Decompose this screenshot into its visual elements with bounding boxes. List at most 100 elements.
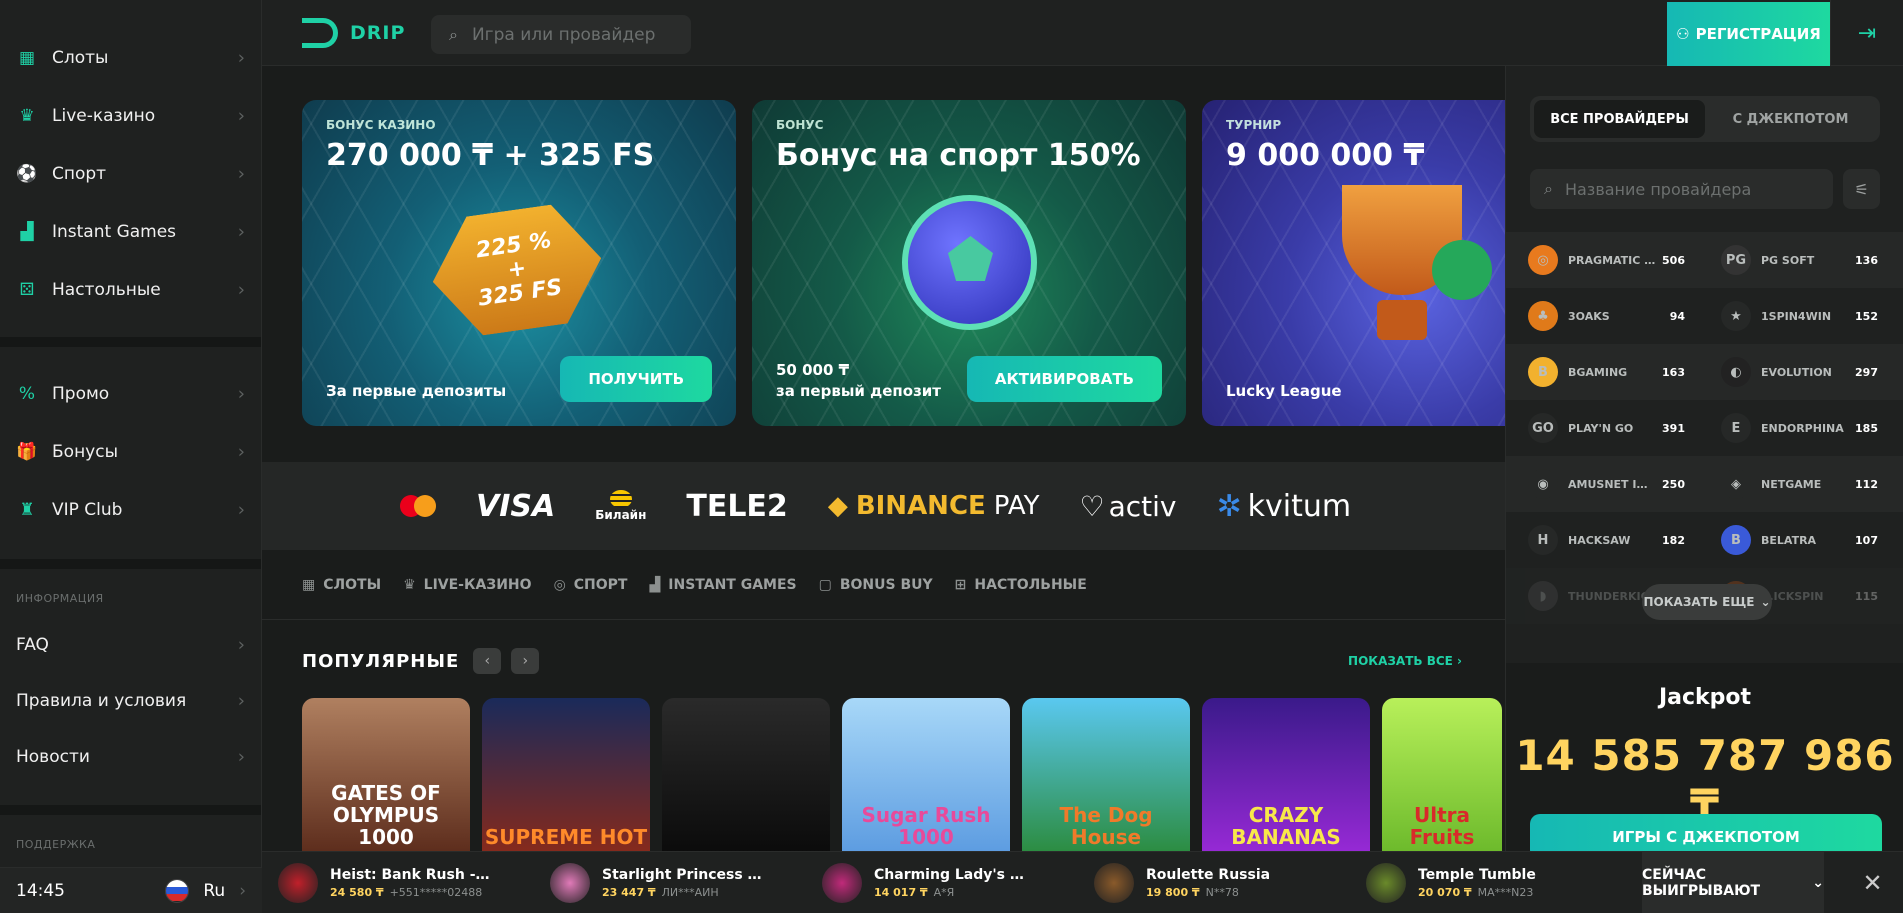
- provider-item[interactable]: H HACKSAW 182: [1506, 525, 1699, 555]
- tab-slots[interactable]: ▦ СЛОТЫ: [302, 577, 381, 593]
- chevron-right-icon: ›: [237, 746, 245, 768]
- sidebar-item-faq[interactable]: FAQ ›: [0, 617, 261, 673]
- close-ticker-button[interactable]: ✕: [1842, 852, 1903, 913]
- provider-game-count: 163: [1662, 365, 1685, 379]
- provider-item[interactable]: B BGAMING 163: [1506, 357, 1699, 387]
- win-info: Roulette Russia 19 800 ₸ N**78: [1146, 867, 1306, 899]
- search-icon: ⌕: [449, 24, 458, 44]
- chevron-right-icon: ›: [237, 279, 245, 301]
- game-card[interactable]: [662, 698, 830, 858]
- game-thumbnail: [278, 862, 318, 903]
- provider-item[interactable]: B BELATRA 107: [1699, 525, 1892, 555]
- slot-machine-icon: ▦: [302, 576, 316, 593]
- game-card[interactable]: The Dog House: [1022, 698, 1190, 858]
- provider-name: BGAMING: [1568, 365, 1628, 379]
- game-card[interactable]: Ultra Fruits: [1382, 698, 1502, 858]
- game-card[interactable]: Sugar Rush 1000: [842, 698, 1010, 858]
- tab-table-games[interactable]: ⊞ НАСТОЛЬНЫЕ: [955, 577, 1087, 593]
- banner-tournament[interactable]: ТУРНИР 9 000 000 ₸ Lucky League УЧ: [1202, 100, 1505, 426]
- banner-sport-bonus[interactable]: БОНУС Бонус на спорт 150% 50 000 ₸ за пер…: [752, 100, 1186, 426]
- sidebar-divider: [0, 805, 261, 815]
- win-game-title: Starlight Princess 1000: [602, 866, 762, 883]
- sidebar-item-instant-games[interactable]: ▟ Instant Games ›: [0, 203, 261, 261]
- tab-instant-games[interactable]: ▟ INSTANT GAMES: [649, 577, 796, 593]
- tele2-logo: TELE2: [686, 488, 788, 524]
- provider-item[interactable]: E ENDORPHINA 185: [1699, 413, 1892, 443]
- provider-name: NETGAME: [1761, 477, 1822, 491]
- kvitum-logo: ✲ kvitum: [1216, 488, 1352, 524]
- russia-flag-icon: [165, 878, 190, 903]
- provider-item[interactable]: GO PLAY'N GO 391: [1506, 413, 1699, 443]
- provider-search-input[interactable]: ⌕ Название провайдера: [1530, 169, 1833, 209]
- dealer-icon: ♛: [403, 576, 416, 593]
- sidebar-item-live-casino[interactable]: ♛ Live-казино ›: [0, 87, 261, 145]
- tab-bonus-buy[interactable]: ▢ BONUS BUY: [819, 577, 933, 593]
- provider-game-count: 115: [1855, 589, 1878, 603]
- win-item[interactable]: Temple Tumble 20 070 ₸ МА***N23: [1350, 862, 1622, 903]
- sidebar-item-table-games[interactable]: ⚄ Настольные ›: [0, 261, 261, 319]
- slot-machine-icon: ▦: [18, 48, 36, 68]
- carousel-prev-button[interactable]: ‹: [473, 648, 502, 674]
- banner-casino-bonus[interactable]: БОНУС КАЗИНО 270 000 ₸ + 325 FS 225 % + …: [302, 100, 736, 426]
- sidebar-item-rules[interactable]: Правила и условия ›: [0, 673, 261, 729]
- provider-item[interactable]: ★ 1SPIN4WIN 152: [1699, 301, 1892, 331]
- sidebar-item-news[interactable]: Новости ›: [0, 729, 261, 785]
- game-card[interactable]: GATES OF OLYMPUS 1000: [302, 698, 470, 858]
- win-item[interactable]: Charming Lady's Boom 14 017 ₸ А*Я: [806, 862, 1078, 903]
- chevron-right-icon: ›: [237, 383, 245, 405]
- provider-item[interactable]: ◉ AMUSNET INTER... 250: [1506, 469, 1699, 499]
- sidebar-main-nav: ▦ Слоты › ♛ Live-казино › ⚽ Спорт › ▟ Instant G…: [0, 0, 261, 319]
- provider-item[interactable]: ◐ EVOLUTION 297: [1699, 357, 1892, 387]
- show-all-link[interactable]: ПОКАЗАТЬ ВСЕ ›: [1348, 654, 1462, 668]
- provider-item[interactable]: ♣ 3OAKS 94: [1506, 301, 1699, 331]
- chevron-right-icon: ›: [237, 105, 245, 127]
- game-card[interactable]: SUPREME HOT: [482, 698, 650, 858]
- provider-game-count: 506: [1662, 253, 1685, 267]
- soccer-ball-icon: ⚽: [16, 164, 38, 184]
- provider-game-count: 152: [1855, 309, 1878, 323]
- tab-sport[interactable]: ◎ СПОРТ: [554, 577, 628, 593]
- game-search-input[interactable]: ⌕ Игра или провайдер: [431, 15, 691, 54]
- header: DRIP ⌕ Игра или провайдер ⚇ РЕГИСТРАЦИЯ ⇥: [262, 0, 1903, 66]
- banner-title: 270 000 ₸ + 325 FS: [326, 138, 655, 173]
- login-button[interactable]: ⇥: [1830, 0, 1903, 66]
- logo[interactable]: DRIP: [302, 18, 405, 48]
- register-button[interactable]: ⚇ РЕГИСТРАЦИЯ: [1667, 2, 1830, 66]
- provider-item[interactable]: PG PG SOFT 136: [1699, 245, 1892, 275]
- win-user: ЛИ***АИН: [661, 885, 719, 899]
- filter-button[interactable]: ⚟: [1843, 169, 1880, 209]
- win-info: Charming Lady's Boom 14 017 ₸ А*Я: [874, 867, 1034, 899]
- game-thumbnail: [822, 862, 862, 903]
- provider-row: B BGAMING 163 ◐ EVOLUTION 297: [1506, 344, 1903, 400]
- provider-name: HACKSAW: [1568, 533, 1631, 547]
- provider-item[interactable]: ◈ NETGAME 112: [1699, 469, 1892, 499]
- language-selector[interactable]: Ru: [203, 881, 225, 901]
- sidebar-item-slots[interactable]: ▦ Слоты ›: [0, 29, 261, 87]
- win-user: А*Я: [933, 885, 955, 899]
- get-bonus-button[interactable]: ПОЛУЧИТЬ: [560, 356, 712, 402]
- sidebar-item-promo[interactable]: % Промо ›: [0, 365, 261, 423]
- sidebar-item-sport[interactable]: ⚽ Спорт ›: [0, 145, 261, 203]
- show-more-button[interactable]: ПОКАЗАТЬ ЕЩЕ ⌄: [1642, 584, 1772, 620]
- tab-all-providers[interactable]: ВСЕ ПРОВАЙДЕРЫ: [1534, 100, 1705, 138]
- win-item[interactable]: Roulette Russia 19 800 ₸ N**78: [1078, 862, 1350, 903]
- chevron-right-icon: ›: [237, 634, 245, 656]
- sidebar-item-bonuses[interactable]: 🎁 Бонусы ›: [0, 423, 261, 481]
- tab-jackpot-providers[interactable]: С ДЖЕКПОТОМ: [1705, 100, 1876, 138]
- win-item[interactable]: Starlight Princess 1000 23 447 ₸ ЛИ***АИН: [534, 862, 806, 903]
- game-card[interactable]: CRAZY BANANAS: [1202, 698, 1370, 858]
- game-thumbnail: [1094, 862, 1134, 903]
- win-item[interactable]: Heist: Bank Rush - Ho... 24 580 ₸ +551****…: [262, 862, 534, 903]
- provider-game-count: 182: [1662, 533, 1685, 547]
- chevron-right-icon: ›: [239, 880, 246, 901]
- playngo-icon: GO: [1528, 413, 1558, 443]
- provider-game-count: 107: [1855, 533, 1878, 547]
- tab-live-casino[interactable]: ♛ LIVE-КАЗИНО: [403, 577, 531, 593]
- activate-bonus-button[interactable]: АКТИВИРОВАТЬ: [966, 356, 1162, 402]
- win-user: N**78: [1205, 885, 1239, 899]
- sidebar-item-vip-club[interactable]: ♜ VIP Club ›: [0, 481, 261, 539]
- provider-item[interactable]: ◎ PRAGMATIC PLAY 506: [1506, 245, 1699, 275]
- now-winning-button[interactable]: СЕЙЧАС ВЫИГРЫВАЮТ ⌄: [1642, 852, 1824, 913]
- provider-game-count: 250: [1662, 477, 1685, 491]
- carousel-next-button[interactable]: ›: [511, 648, 540, 674]
